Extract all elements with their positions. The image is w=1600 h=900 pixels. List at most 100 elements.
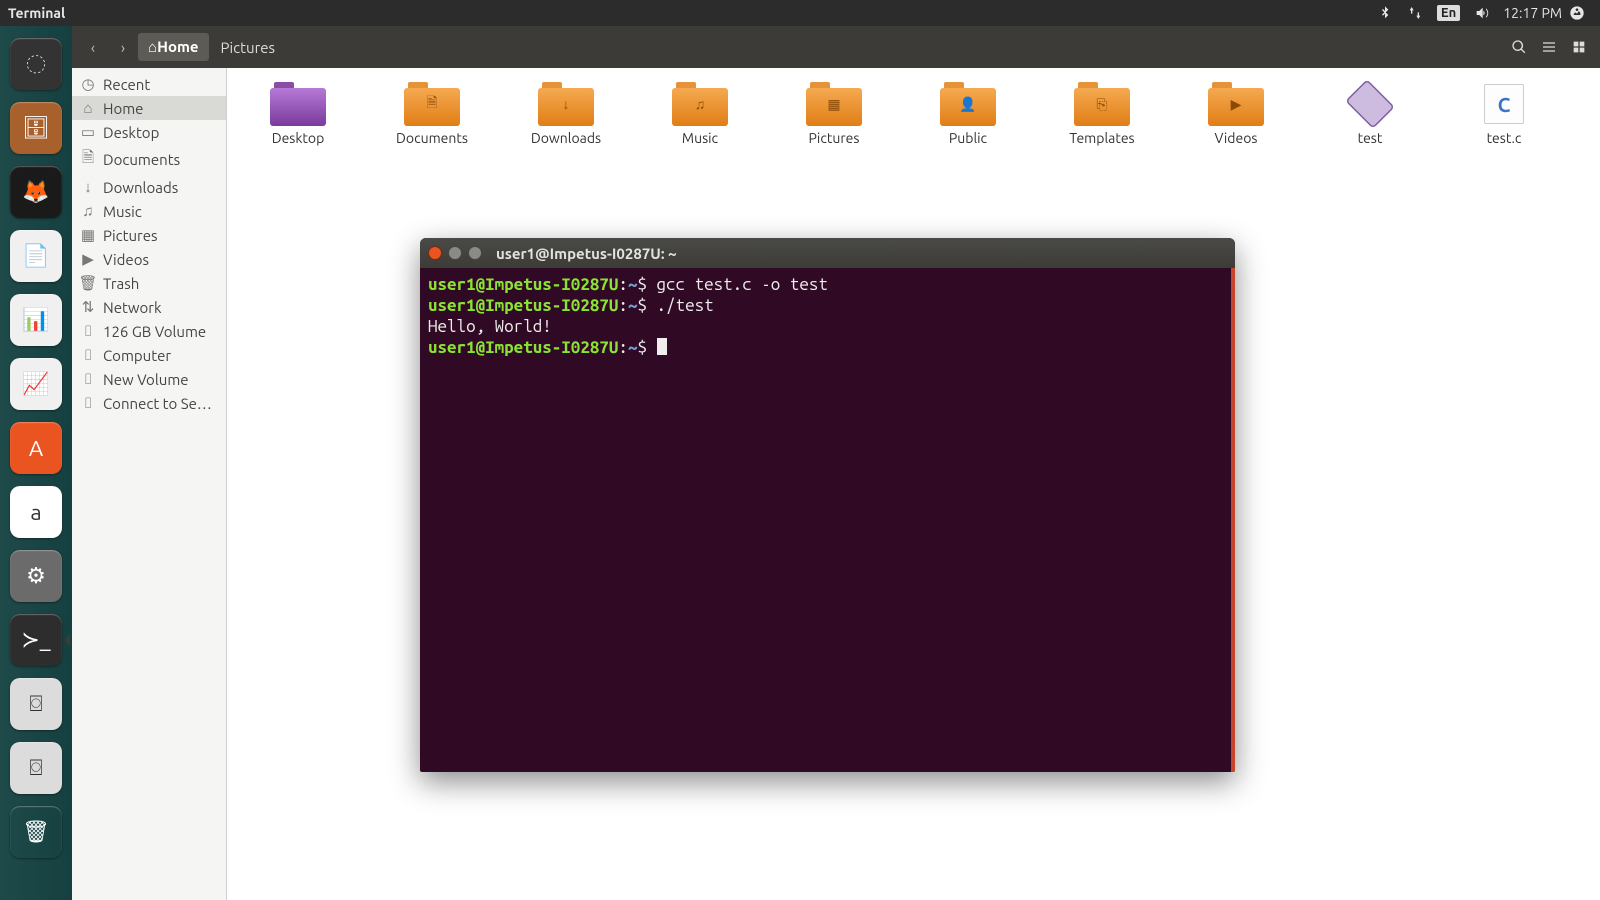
launcher-writer[interactable]: 📄 bbox=[8, 228, 64, 284]
files-toolbar: ‹ › ⌂Home Pictures bbox=[72, 26, 1600, 68]
sidebar-item-desktop[interactable]: ▭ Desktop bbox=[72, 120, 226, 144]
sidebar-item-network[interactable]: ⇅ Network bbox=[72, 295, 226, 319]
place-icon: 🗎 bbox=[80, 147, 96, 172]
sidebar-item-recent[interactable]: ◷Recent bbox=[72, 72, 226, 96]
launcher-firefox[interactable]: 🦊 bbox=[8, 164, 64, 220]
volume-icon[interactable] bbox=[1474, 5, 1490, 21]
place-icon: ⌷ bbox=[80, 394, 96, 412]
sidebar-item-downloads[interactable]: ↓ Downloads bbox=[72, 175, 226, 199]
place-icon: ⌷ bbox=[80, 322, 96, 340]
launcher-impress[interactable]: 📈 bbox=[8, 356, 64, 412]
files-sidebar: ◷Recent ⌂ Home ▭ Desktop 🗎 Documents ↓ Downloads… bbox=[72, 68, 227, 900]
launcher-dash[interactable]: ◌ bbox=[8, 36, 64, 92]
file-label: test.c bbox=[1487, 130, 1522, 146]
sidebar-item-label: New Volume bbox=[103, 371, 189, 388]
file-item-test-c[interactable]: Ctest.c bbox=[1457, 82, 1551, 146]
view-list-icon[interactable] bbox=[1534, 32, 1564, 62]
minimize-icon[interactable] bbox=[448, 246, 462, 260]
file-item-desktop[interactable]: Desktop bbox=[251, 82, 345, 146]
sidebar-item-label: Music bbox=[103, 203, 142, 220]
sidebar-item-label: Trash bbox=[103, 275, 139, 292]
sidebar-item-label: Videos bbox=[103, 251, 149, 268]
view-grid-icon[interactable] bbox=[1564, 32, 1594, 62]
launcher-drive1[interactable]: ⌼ bbox=[8, 676, 64, 732]
sidebar-item-home[interactable]: ⌂ Home bbox=[72, 96, 226, 120]
sidebar-item-label: Downloads bbox=[103, 179, 178, 196]
place-icon: ⌷ bbox=[80, 370, 96, 388]
sidebar-item-label: Desktop bbox=[103, 124, 159, 141]
sidebar-item-connect-to-se-[interactable]: ⌷ Connect to Se… bbox=[72, 391, 226, 415]
launcher-drive2[interactable]: ⌼ bbox=[8, 740, 64, 796]
close-icon[interactable] bbox=[428, 246, 442, 260]
network-icon[interactable] bbox=[1407, 5, 1423, 21]
launcher-trash[interactable]: 🗑 bbox=[8, 804, 64, 860]
file-label: Downloads bbox=[531, 130, 601, 146]
clock[interactable]: 12:17 PM bbox=[1503, 5, 1562, 21]
terminal-window: user1@Impetus-I0287U: ~ user1@Impetus-I0… bbox=[420, 238, 1235, 772]
file-label: Documents bbox=[396, 130, 468, 146]
launcher-terminal[interactable]: ≻_ bbox=[8, 612, 64, 668]
place-icon: ♫ bbox=[80, 202, 96, 220]
sidebar-item-126-gb-volume[interactable]: ⌷ 126 GB Volume bbox=[72, 319, 226, 343]
place-icon: ◷ bbox=[80, 75, 96, 93]
unity-launcher: ◌ 🗄 🦊 📄 📊 📈 Aa ⚙ ≻_ ⌼ ⌼ 🗑 bbox=[0, 26, 72, 900]
place-icon: ↓ bbox=[80, 178, 96, 196]
active-app-title: Terminal bbox=[8, 5, 65, 21]
sidebar-item-label: Home bbox=[103, 100, 143, 117]
file-item-pictures[interactable]: ▦Pictures bbox=[787, 82, 881, 146]
nav-forward-button[interactable]: › bbox=[108, 32, 138, 62]
file-item-videos[interactable]: ▶Videos bbox=[1189, 82, 1283, 146]
launcher-software[interactable]: A bbox=[8, 420, 64, 476]
top-menubar: Terminal En 12:17 PM bbox=[0, 0, 1600, 26]
sidebar-item-new-volume[interactable]: ⌷ New Volume bbox=[72, 367, 226, 391]
sidebar-item-label: Computer bbox=[103, 347, 171, 364]
file-label: Music bbox=[682, 130, 718, 146]
place-icon: ⌷ bbox=[80, 346, 96, 364]
breadcrumb-home[interactable]: ⌂Home bbox=[138, 33, 209, 61]
search-icon[interactable] bbox=[1504, 32, 1534, 62]
terminal-title: user1@Impetus-I0287U: ~ bbox=[496, 245, 677, 262]
sidebar-item-label: Connect to Se… bbox=[103, 395, 212, 412]
terminal-cursor bbox=[657, 338, 667, 355]
place-icon: ⌂ bbox=[80, 99, 96, 117]
file-item-documents[interactable]: 🗎Documents bbox=[385, 82, 479, 146]
sidebar-item-computer[interactable]: ⌷ Computer bbox=[72, 343, 226, 367]
launcher-settings[interactable]: ⚙ bbox=[8, 548, 64, 604]
place-icon: ▶ bbox=[80, 250, 96, 268]
file-label: Desktop bbox=[272, 130, 325, 146]
language-indicator[interactable]: En bbox=[1437, 5, 1460, 21]
file-item-music[interactable]: ♫Music bbox=[653, 82, 747, 146]
file-label: test bbox=[1358, 130, 1383, 146]
power-icon[interactable] bbox=[1569, 5, 1585, 21]
file-label: Videos bbox=[1215, 130, 1258, 146]
file-item-public[interactable]: 👤Public bbox=[921, 82, 1015, 146]
sidebar-item-label: Pictures bbox=[103, 227, 158, 244]
sidebar-item-label: 126 GB Volume bbox=[103, 323, 206, 340]
file-item-templates[interactable]: ⎘Templates bbox=[1055, 82, 1149, 146]
place-icon: ▦ bbox=[80, 226, 96, 244]
sidebar-item-videos[interactable]: ▶ Videos bbox=[72, 247, 226, 271]
sidebar-item-documents[interactable]: 🗎 Documents bbox=[72, 144, 226, 175]
sidebar-item-label: Documents bbox=[103, 151, 180, 168]
terminal-body[interactable]: user1@Impetus-I0287U:~$ gcc test.c -o te… bbox=[420, 268, 1235, 772]
terminal-titlebar[interactable]: user1@Impetus-I0287U: ~ bbox=[420, 238, 1235, 268]
file-item-test[interactable]: test bbox=[1323, 82, 1417, 146]
nav-back-button[interactable]: ‹ bbox=[78, 32, 108, 62]
place-icon: ▭ bbox=[80, 123, 96, 141]
place-icon: 🗑 bbox=[80, 274, 96, 292]
launcher-files[interactable]: 🗄 bbox=[8, 100, 64, 156]
file-label: Templates bbox=[1069, 130, 1134, 146]
sidebar-item-trash[interactable]: 🗑 Trash bbox=[72, 271, 226, 295]
launcher-calc[interactable]: 📊 bbox=[8, 292, 64, 348]
sidebar-item-music[interactable]: ♫ Music bbox=[72, 199, 226, 223]
launcher-amazon[interactable]: a bbox=[8, 484, 64, 540]
sidebar-item-label: Network bbox=[103, 299, 162, 316]
sidebar-item-pictures[interactable]: ▦ Pictures bbox=[72, 223, 226, 247]
bluetooth-icon[interactable] bbox=[1377, 5, 1393, 21]
maximize-icon[interactable] bbox=[468, 246, 482, 260]
file-item-downloads[interactable]: ↓Downloads bbox=[519, 82, 613, 146]
place-icon: ⇅ bbox=[80, 298, 96, 316]
file-label: Pictures bbox=[809, 130, 860, 146]
breadcrumb-pictures[interactable]: Pictures bbox=[211, 34, 286, 61]
file-label: Public bbox=[949, 130, 987, 146]
